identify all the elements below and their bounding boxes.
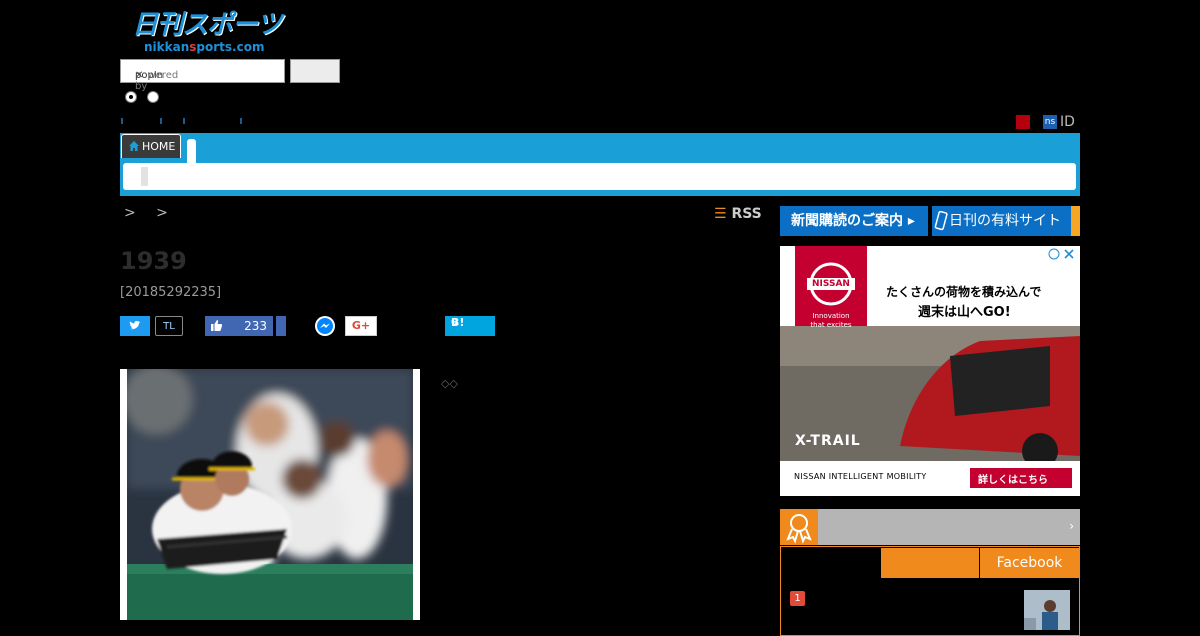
ranking-header[interactable]: ›	[780, 509, 1080, 545]
ad-footer-brand: NISSAN INTELLIGENT MOBILITY	[794, 472, 927, 481]
rank-number-badge: 1	[790, 591, 805, 606]
ns-badge-icon[interactable]: ns	[1043, 115, 1057, 129]
header-link-4[interactable]	[240, 118, 242, 124]
header-link-3[interactable]	[183, 118, 185, 124]
like-count: 233	[244, 319, 267, 333]
ranking-tab-general[interactable]	[881, 548, 979, 578]
site-logo[interactable]: 日刊スポーツ nikkansports.com	[132, 10, 287, 56]
search-scope-radio-web[interactable]	[147, 91, 159, 103]
baseball-dugout-photo	[127, 369, 413, 620]
rss-icon: ☰	[714, 206, 727, 222]
messenger-share-button[interactable]	[315, 316, 335, 336]
paid-site-edge	[1071, 206, 1080, 236]
ad-cta-button[interactable]: 詳しくはこちら	[978, 471, 1048, 486]
logo-domain: nikkansports.com	[144, 40, 265, 54]
search-button[interactable]	[290, 59, 340, 83]
ad-brand: NISSAN	[812, 279, 850, 289]
facebook-share-button[interactable]	[276, 316, 286, 336]
ad-tagline-2: that excites	[810, 321, 852, 329]
decorative-diamonds: ◇◇	[441, 377, 458, 390]
rss-link[interactable]: ☰ RSS	[714, 206, 762, 222]
tab-home-label: HOME	[142, 140, 176, 153]
messenger-icon	[317, 318, 333, 334]
sub-nav	[123, 163, 1076, 190]
sub-nav-item[interactable]	[141, 167, 148, 186]
facebook-like-button[interactable]: 233	[205, 316, 273, 336]
nissan-ad[interactable]: NISSAN Innovation that excites たくさんの荷物を積…	[780, 246, 1080, 496]
header-red-link[interactable]	[1016, 115, 1030, 129]
article-photo[interactable]	[120, 369, 420, 620]
search-input[interactable]: powered by ✕ popIn	[120, 59, 285, 92]
hatena-bookmark-button[interactable]: B! 0	[445, 316, 495, 336]
google-plus-button[interactable]: G+	[345, 316, 377, 336]
tab-home[interactable]: HOME	[121, 134, 181, 158]
medal-icon	[780, 509, 818, 545]
ranking-tab-facebook[interactable]: Facebook	[980, 548, 1079, 578]
login-id-link[interactable]: ID	[1060, 114, 1075, 130]
twitter-icon	[129, 320, 141, 330]
ad-headline-2: 週末は山へGO!	[918, 305, 1011, 320]
home-icon	[129, 141, 139, 151]
paid-site-button[interactable]: 日刊の有料サイト	[932, 206, 1080, 236]
breadcrumb[interactable]: > >	[124, 205, 176, 221]
ad-headline-1: たくさんの荷物を積み込んで	[886, 285, 1042, 299]
logo-wordmark: 日刊スポーツ	[132, 10, 282, 40]
phone-icon	[934, 211, 948, 231]
tab-second[interactable]	[187, 139, 196, 163]
subscribe-button[interactable]: 新聞購読のご案内 ▸	[780, 206, 928, 236]
search-scope-radio-site[interactable]	[125, 91, 137, 103]
hatena-count: 0	[451, 317, 458, 328]
ad-model: X-TRAIL	[795, 433, 861, 449]
header-link-1[interactable]	[121, 118, 123, 124]
ranking-thumbnail-image	[1024, 590, 1070, 630]
twitter-share-button[interactable]	[120, 316, 150, 336]
thumbs-up-icon	[211, 320, 223, 331]
ranking-thumbnail[interactable]	[1024, 590, 1070, 630]
ranking-chevron-icon: ›	[1069, 519, 1074, 533]
article-date: [20185292235]	[120, 285, 222, 300]
timeline-button[interactable]: TL	[155, 316, 183, 336]
page-title: 1939	[120, 247, 187, 275]
ad-tagline-1: Innovation	[812, 312, 850, 320]
header-link-2[interactable]	[160, 118, 162, 124]
